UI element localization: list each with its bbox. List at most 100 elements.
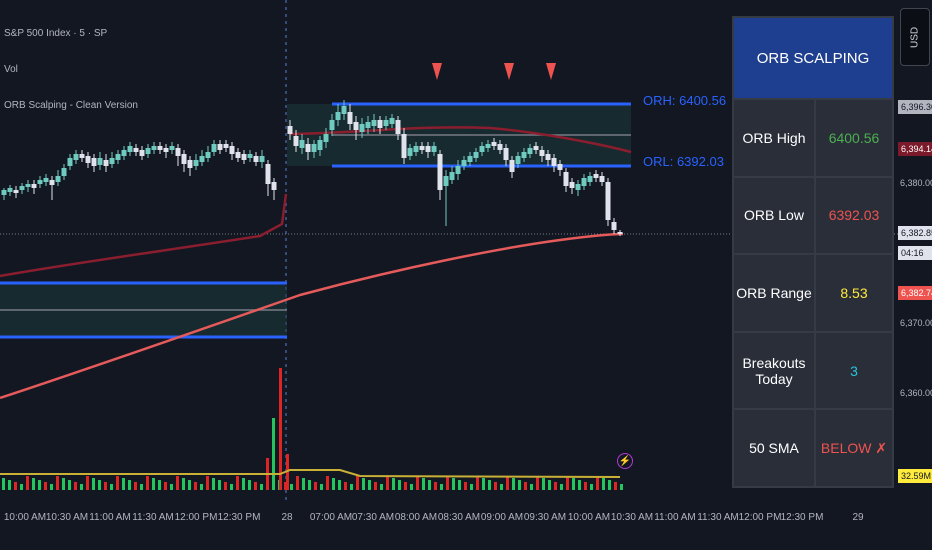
candle-body (97, 158, 103, 165)
time-label: 10:30 AM (45, 512, 89, 523)
candle-body (449, 172, 455, 180)
candle-body (461, 160, 467, 166)
volume-bar (260, 484, 263, 490)
candle-body (49, 180, 55, 185)
price-tag: 6,382.85 (898, 226, 932, 240)
volume-bar (236, 476, 239, 490)
volume-bar (506, 476, 509, 490)
volume-bar (272, 418, 275, 490)
sma-fast-line-prev (0, 193, 288, 278)
candle-body (545, 154, 551, 160)
volume-bar (398, 480, 401, 490)
indicator-legend[interactable]: ORB Scalping - Clean Version (4, 100, 138, 111)
volume-bar (152, 478, 155, 490)
volume-bar (116, 476, 119, 490)
candle-body (61, 168, 67, 176)
candle-body (247, 154, 253, 158)
volume-bar (170, 484, 173, 490)
volume-bar (596, 476, 599, 490)
time-label: 12:30 PM (780, 512, 824, 523)
volume-bar (158, 480, 161, 490)
price-tag: 6,396.30 (898, 100, 932, 114)
volume-bar (422, 478, 425, 490)
time-label: 07:00 AM (309, 512, 353, 523)
candle-body (293, 136, 299, 146)
volume-bar (614, 482, 617, 490)
candle-body (7, 188, 13, 192)
volume-bar (584, 482, 587, 490)
time-label: 12:30 PM (217, 512, 261, 523)
candle-body (157, 146, 163, 150)
candle-body (419, 146, 425, 150)
panel-row-orb-low: ORB Low 6392.03 (734, 177, 892, 256)
candle-body (581, 178, 587, 186)
symbol-legend[interactable]: S&P 500 Index · 5 · SP (4, 28, 107, 39)
candle-body (287, 126, 293, 134)
candle-body (121, 150, 127, 156)
volume-bar (410, 484, 413, 490)
volume-bar (542, 478, 545, 490)
candle-body (115, 154, 121, 160)
volume-bar (188, 480, 191, 490)
volume-bar (86, 476, 89, 490)
volume-spike (279, 368, 282, 490)
orb-low-label: ORL: 6392.03 (643, 154, 724, 169)
volume-legend[interactable]: Vol (4, 64, 18, 75)
candle-body (431, 146, 437, 152)
row-label: ORB Low (734, 177, 816, 254)
candle-body (425, 146, 431, 152)
volume-bar (38, 480, 41, 490)
currency-button[interactable]: USD (900, 8, 930, 66)
candle-body (365, 122, 371, 128)
volume-bar (566, 476, 569, 490)
candle-body (127, 146, 133, 152)
candle-body (259, 156, 265, 162)
volume-bar (8, 480, 11, 490)
candle-body (175, 148, 181, 156)
volume-bar (518, 480, 521, 490)
volume-bar (32, 478, 35, 490)
volume-bar (320, 484, 323, 490)
volume-bar (80, 484, 83, 490)
volume-bar (134, 482, 137, 490)
volume-bar (242, 478, 245, 490)
volume-bar (110, 484, 113, 490)
candle-body (485, 144, 491, 148)
time-label: 08:30 AM (437, 512, 481, 523)
candle-body (359, 124, 365, 132)
row-value: 6400.56 (828, 129, 880, 146)
volume-bar (524, 482, 527, 490)
candle-body (497, 144, 503, 150)
volume-bar (326, 476, 329, 490)
candle-body (563, 172, 569, 186)
row-label: ORB Range (734, 255, 816, 331)
volume-bar (50, 484, 53, 490)
volume-bar (62, 478, 65, 490)
candle-body (299, 140, 305, 148)
candle-body (593, 174, 599, 178)
volume-bar (440, 484, 443, 490)
candle-body (163, 148, 169, 152)
volume-bar (404, 482, 407, 490)
candle-body (103, 160, 109, 166)
candle-body (443, 176, 449, 186)
panel-title: ORB SCALPING (734, 18, 892, 100)
volume-bar (482, 478, 485, 490)
price-level: 6,380.00 (900, 178, 932, 188)
volume-bar (146, 476, 149, 490)
candle-body (91, 158, 97, 166)
volume-bar (248, 480, 251, 490)
candle-body (569, 182, 575, 188)
candle-body (605, 182, 611, 220)
panel-row-breakouts: Breakouts Today 3 (734, 332, 892, 411)
volume-bar (464, 482, 467, 490)
row-label: Breakouts Today (734, 332, 816, 409)
time-label: 11:00 AM (654, 512, 696, 523)
candle-body (509, 160, 515, 172)
candle-body (527, 148, 533, 154)
price-level: 6,360.00 (900, 388, 932, 398)
candle-body (13, 190, 19, 193)
lightning-icon[interactable]: ⚡ (617, 453, 633, 469)
candle-body (317, 140, 323, 150)
candle-body (217, 144, 223, 150)
